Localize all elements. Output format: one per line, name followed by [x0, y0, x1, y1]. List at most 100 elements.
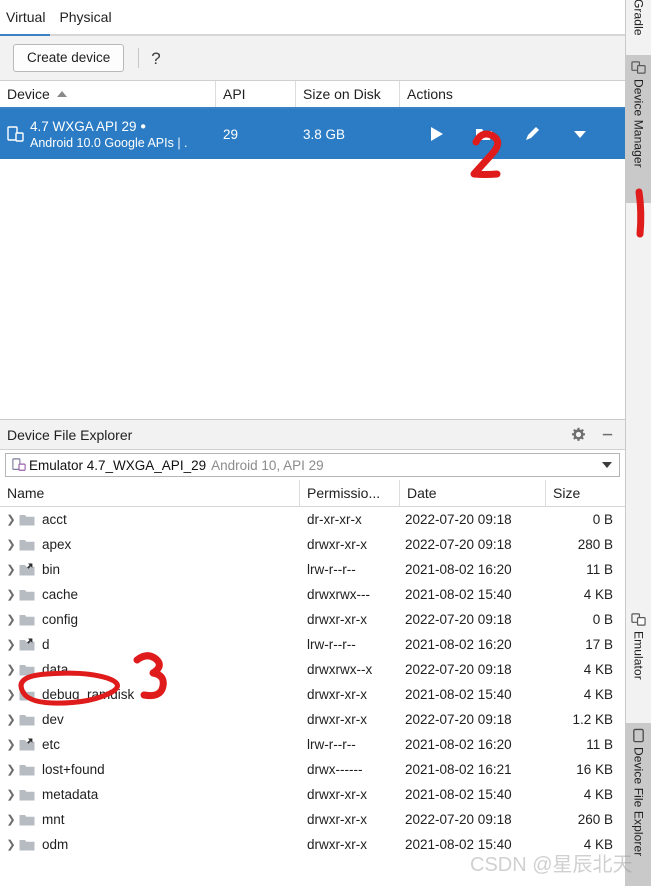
file-row-date: 2021-08-02 16:20 [405, 637, 512, 652]
panel-title: Device File Explorer [7, 426, 133, 443]
expand-chevron-icon[interactable]: ❯ [4, 813, 18, 826]
file-row[interactable]: ❯ debug_ramdisk drwxr-xr-x 2021-08-02 15:40… [0, 682, 625, 707]
tool-tab-device-manager[interactable]: Device Manager [626, 55, 651, 203]
expand-chevron-icon[interactable]: ❯ [4, 588, 18, 601]
file-row-size: 4 KB [583, 837, 613, 852]
file-row[interactable]: ❯ metadata drwxr-xr-x 2021-08-02 15:40 4 KB [0, 782, 625, 807]
file-row-date: 2022-07-20 09:18 [405, 537, 512, 552]
tool-tab-device-file-explorer[interactable]: Device File Explorer [626, 723, 651, 886]
column-header-permissions[interactable]: Permissio... [300, 480, 400, 506]
expand-chevron-icon[interactable]: ❯ [4, 763, 18, 776]
expand-chevron-icon[interactable]: ❯ [4, 713, 18, 726]
file-row-permissions: drwxr-xr-x [307, 687, 367, 702]
folder-icon[interactable] [475, 125, 493, 143]
right-tool-strip: Gradle Device Manager Emulator Device Fi… [625, 0, 651, 886]
file-row-date: 2021-08-02 15:40 [405, 687, 512, 702]
tool-tab-device-file-explorer-label: Device File Explorer [631, 747, 646, 857]
file-row[interactable]: ❯ config drwxr-xr-x 2022-07-20 09:18 0 B [0, 607, 625, 632]
column-header-size-label: Size on Disk [303, 86, 381, 102]
file-row[interactable]: ❯ data drwxrwx--x 2022-07-20 09:18 4 KB [0, 657, 625, 682]
file-row-date: 2021-08-02 16:20 [405, 562, 512, 577]
expand-chevron-icon[interactable]: ❯ [4, 738, 18, 751]
run-icon[interactable] [427, 125, 445, 143]
file-row-size: 260 B [577, 812, 613, 827]
column-header-filesize[interactable]: Size [546, 480, 625, 506]
file-row[interactable]: ❯ acct dr-xr-xr-x 2022-07-20 09:18 0 B [0, 507, 625, 532]
device-manager-icon [631, 61, 646, 74]
app-root: Virtual Physical Create device ? Device … [0, 0, 651, 886]
file-row-permissions: lrw-r--r-- [307, 637, 356, 652]
file-row[interactable]: ❯ apex drwxr-xr-x 2022-07-20 09:18 280 B [0, 532, 625, 557]
tool-tab-gradle-label: Gradle [631, 0, 646, 36]
column-header-api[interactable]: API [216, 81, 296, 107]
tool-tab-emulator[interactable]: Emulator [626, 607, 651, 715]
edit-icon[interactable] [523, 125, 541, 143]
file-row[interactable]: ❯ dev drwxr-xr-x 2022-07-20 09:18 1.2 KB [0, 707, 625, 732]
file-row-name: debug_ramdisk [42, 687, 135, 702]
expand-chevron-icon[interactable]: ❯ [4, 638, 18, 651]
file-row[interactable]: ❯ bin lrw-r--r-- 2021-08-02 16:20 11 B [0, 557, 625, 582]
file-row-permissions: drwxr-xr-x [307, 537, 367, 552]
file-row-size: 4 KB [583, 662, 613, 677]
device-icon [12, 458, 26, 471]
tabbar-active-indicator [0, 34, 50, 36]
column-header-name[interactable]: Name [0, 480, 300, 506]
file-row-name: lost+found [42, 762, 105, 777]
expand-chevron-icon[interactable]: ❯ [4, 563, 18, 576]
file-row[interactable]: ❯ mnt drwxr-xr-x 2022-07-20 09:18 260 B [0, 807, 625, 832]
file-row-permissions: drwxr-xr-x [307, 612, 367, 627]
expand-chevron-icon[interactable]: ❯ [4, 788, 18, 801]
tool-tab-gradle[interactable]: Gradle [626, 0, 651, 46]
main-column: Virtual Physical Create device ? Device … [0, 0, 625, 886]
file-row-size: 4 KB [583, 587, 613, 602]
device-row-title: 4.7 WXGA API 29 • [30, 118, 188, 135]
column-header-size-on-disk[interactable]: Size on Disk [296, 81, 400, 107]
column-header-device[interactable]: Device [0, 81, 216, 107]
file-row-name-cell: ❯ cache [0, 587, 300, 602]
file-row-size: 11 B [586, 562, 613, 577]
file-row-name-cell: ❯ etc [0, 737, 300, 752]
column-header-actions[interactable]: Actions [400, 81, 625, 107]
device-manager-toolbar: Create device ? [0, 36, 625, 81]
device-row-size-cell: 3.8 GB [296, 109, 400, 159]
expand-chevron-icon[interactable]: ❯ [4, 663, 18, 676]
file-row-name: d [42, 637, 50, 652]
tab-virtual[interactable]: Virtual [0, 5, 53, 27]
create-device-button[interactable]: Create device [13, 44, 125, 72]
file-row-name: data [42, 662, 69, 677]
expand-chevron-icon[interactable]: ❯ [4, 538, 18, 551]
device-selector-combobox[interactable]: Emulator 4.7_WXGA_API_29 Android 10, API… [5, 453, 620, 477]
chevron-down-icon[interactable] [602, 462, 612, 468]
minimize-icon[interactable] [600, 427, 615, 442]
gear-icon[interactable] [571, 427, 586, 442]
file-row-name-cell: ❯ mnt [0, 812, 300, 827]
file-row[interactable]: ❯ odm drwxr-xr-x 2021-08-02 15:40 4 KB [0, 832, 625, 857]
file-row-permissions: drwx------ [307, 762, 363, 777]
device-row[interactable]: 4.7 WXGA API 29 • Android 10.0 Google AP… [0, 109, 625, 159]
file-row-size: 17 B [585, 637, 613, 652]
expand-chevron-icon[interactable]: ❯ [4, 613, 18, 626]
device-online-dot: • [140, 117, 146, 135]
device-file-explorer-panel: Device File Explorer Emulator 4.7_WXGA_A… [0, 420, 625, 886]
folder-link-icon [19, 563, 35, 575]
sort-ascending-icon [56, 91, 67, 97]
virtual-device-icon [7, 125, 24, 142]
device-row-title-text: 4.7 WXGA API 29 [30, 118, 137, 134]
file-row[interactable]: ❯ d lrw-r--r-- 2021-08-02 16:20 17 B [0, 632, 625, 657]
file-row-size: 0 B [592, 512, 613, 527]
file-row-name-cell: ❯ bin [0, 562, 300, 577]
expand-chevron-icon[interactable]: ❯ [4, 513, 18, 526]
file-row[interactable]: ❯ lost+found drwx------ 2021-08-02 16:21 16 … [0, 757, 625, 782]
device-row-name-cell: 4.7 WXGA API 29 • Android 10.0 Google AP… [0, 109, 216, 159]
expand-chevron-icon[interactable]: ❯ [4, 838, 18, 851]
expand-chevron-icon[interactable]: ❯ [4, 688, 18, 701]
file-row[interactable]: ❯ etc lrw-r--r-- 2021-08-02 16:20 11 B [0, 732, 625, 757]
column-header-date[interactable]: Date [400, 480, 546, 506]
file-list[interactable]: ❯ acct dr-xr-xr-x 2022-07-20 09:18 0 B ❯ apex d… [0, 507, 625, 886]
file-row-name: cache [42, 587, 79, 602]
file-row[interactable]: ❯ cache drwxrwx--- 2021-08-02 15:40 4 KB [0, 582, 625, 607]
dropdown-icon[interactable] [571, 125, 589, 143]
tab-physical[interactable]: Physical [53, 5, 119, 27]
help-icon[interactable]: ? [151, 50, 160, 67]
phone-icon [633, 728, 644, 743]
